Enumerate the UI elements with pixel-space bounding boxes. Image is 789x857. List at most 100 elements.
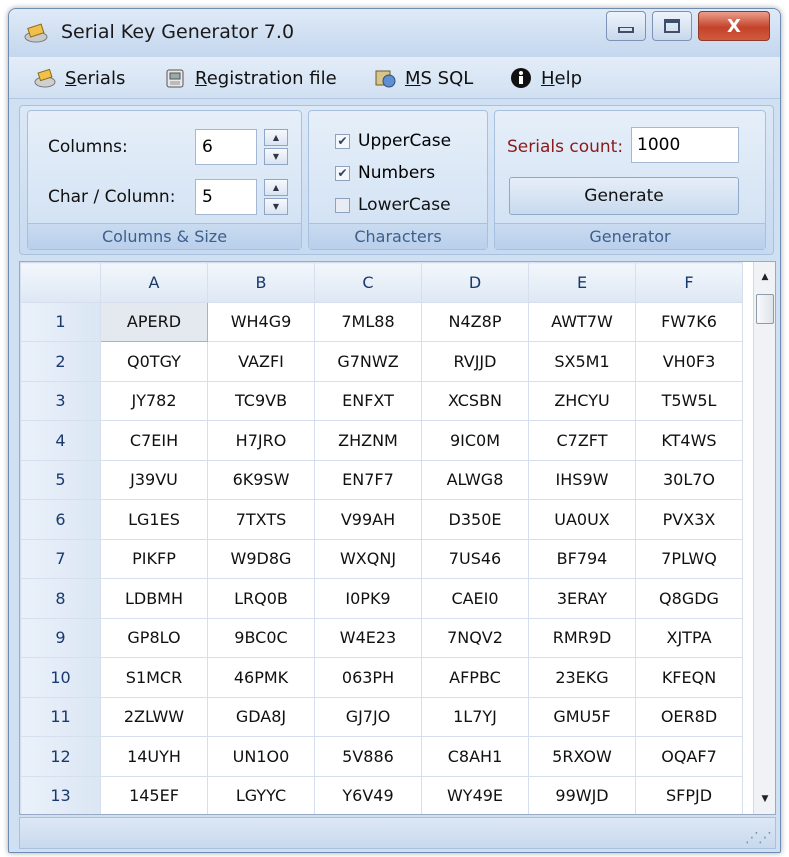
maximize-button[interactable]	[652, 11, 692, 41]
row-header[interactable]: 10	[20, 657, 101, 698]
uppercase-checkbox[interactable]: ✔ UpperCase	[335, 131, 451, 151]
close-button[interactable]: X	[698, 11, 770, 41]
grid-cell[interactable]: JY782	[100, 380, 208, 421]
grid-cell[interactable]: FW7K6	[635, 301, 743, 342]
row-header[interactable]: 1	[20, 301, 101, 342]
columns-down-button[interactable]: ▼	[264, 148, 288, 165]
grid-cell[interactable]: 9BC0C	[207, 617, 315, 658]
grid-cell[interactable]: KT4WS	[635, 420, 743, 461]
grid-cell[interactable]: Q8GDG	[635, 578, 743, 619]
grid-cell[interactable]: LG1ES	[100, 499, 208, 540]
grid-cell[interactable]: C7EIH	[100, 420, 208, 461]
grid-cell[interactable]: LDBMH	[100, 578, 208, 619]
column-header-e[interactable]: E	[528, 262, 636, 303]
vertical-scrollbar[interactable]: ▲ ▼	[753, 262, 775, 814]
grid-cell[interactable]: V99AH	[314, 499, 422, 540]
grid-cell[interactable]: LGYYC	[207, 775, 315, 814]
serials-grid[interactable]: A B C D E F 1 APERD WH4G9 7ML88 N4Z8P AWT7W FW…	[19, 261, 776, 815]
grid-cell[interactable]: 3ERAY	[528, 578, 636, 619]
grid-cell[interactable]: 1L7YJ	[421, 696, 529, 737]
grid-cell[interactable]: SFPJD	[635, 775, 743, 814]
lowercase-checkbox[interactable]: LowerCase	[335, 195, 451, 215]
grid-cell[interactable]: WXQNJ	[314, 538, 422, 579]
columns-up-button[interactable]: ▲	[264, 129, 288, 146]
title-bar[interactable]: Serial Key Generator 7.0 X	[9, 9, 780, 57]
grid-cell[interactable]: 9IC0M	[421, 420, 529, 461]
row-header[interactable]: 5	[20, 459, 101, 500]
grid-cell[interactable]: GMU5F	[528, 696, 636, 737]
grid-cell[interactable]: 7ML88	[314, 301, 422, 342]
grid-cell[interactable]: KFEQN	[635, 657, 743, 698]
row-header[interactable]: 7	[20, 538, 101, 579]
menu-serials[interactable]: Serials	[33, 65, 125, 91]
minimize-button[interactable]	[606, 11, 646, 41]
grid-cell[interactable]: Y6V49	[314, 775, 422, 814]
grid-cell[interactable]: EN7F7	[314, 459, 422, 500]
grid-cell[interactable]: 7PLWQ	[635, 538, 743, 579]
grid-cell[interactable]: ENFXT	[314, 380, 422, 421]
grid-cell[interactable]: 46PMK	[207, 657, 315, 698]
grid-corner[interactable]	[20, 262, 101, 303]
grid-cell[interactable]: AFPBC	[421, 657, 529, 698]
grid-cell[interactable]: D350E	[421, 499, 529, 540]
grid-cell[interactable]: ZHZNM	[314, 420, 422, 461]
menu-ms-sql[interactable]: MS SQL	[373, 65, 473, 91]
grid-cell[interactable]: 14UYH	[100, 736, 208, 777]
grid-cell[interactable]: N4Z8P	[421, 301, 529, 342]
row-header[interactable]: 6	[20, 499, 101, 540]
serials-count-input[interactable]	[631, 127, 739, 163]
grid-cell[interactable]: VAZFI	[207, 341, 315, 382]
grid-cell[interactable]: VH0F3	[635, 341, 743, 382]
scroll-down-icon[interactable]: ▼	[754, 788, 775, 810]
grid-cell[interactable]: 7US46	[421, 538, 529, 579]
row-header[interactable]: 4	[20, 420, 101, 461]
grid-cell[interactable]: Q0TGY	[100, 341, 208, 382]
grid-cell[interactable]: 063PH	[314, 657, 422, 698]
grid-cell[interactable]: G7NWZ	[314, 341, 422, 382]
grid-cell[interactable]: APERD	[100, 301, 208, 342]
column-header-b[interactable]: B	[207, 262, 315, 303]
scroll-up-icon[interactable]: ▲	[754, 266, 775, 288]
grid-cell[interactable]: RVJJD	[421, 341, 529, 382]
column-header-f[interactable]: F	[635, 262, 743, 303]
grid-cell[interactable]: 2ZLWW	[100, 696, 208, 737]
grid-cell[interactable]: ZHCYU	[528, 380, 636, 421]
grid-cell[interactable]: LRQ0B	[207, 578, 315, 619]
chars-up-button[interactable]: ▲	[264, 179, 288, 196]
grid-cell[interactable]: 145EF	[100, 775, 208, 814]
row-header[interactable]: 3	[20, 380, 101, 421]
grid-cell[interactable]: WH4G9	[207, 301, 315, 342]
menu-registration-file[interactable]: Registration file	[163, 65, 337, 91]
grid-cell[interactable]: IHS9W	[528, 459, 636, 500]
grid-cell[interactable]: 5RXOW	[528, 736, 636, 777]
grid-cell[interactable]: 30L7O	[635, 459, 743, 500]
numbers-checkbox[interactable]: ✔ Numbers	[335, 163, 435, 183]
grid-cell[interactable]: GJ7JO	[314, 696, 422, 737]
grid-cell[interactable]: I0PK9	[314, 578, 422, 619]
grid-cell[interactable]: C8AH1	[421, 736, 529, 777]
grid-cell[interactable]: BF794	[528, 538, 636, 579]
chars-down-button[interactable]: ▼	[264, 198, 288, 215]
grid-cell[interactable]: 6K9SW	[207, 459, 315, 500]
grid-cell[interactable]: WY49E	[421, 775, 529, 814]
menu-help[interactable]: Help	[509, 65, 582, 91]
row-header[interactable]: 2	[20, 341, 101, 382]
chars-per-column-input[interactable]	[195, 179, 257, 215]
grid-cell[interactable]: XCSBN	[421, 380, 529, 421]
column-header-a[interactable]: A	[100, 262, 208, 303]
grid-cell[interactable]: OQAF7	[635, 736, 743, 777]
grid-cell[interactable]: RMR9D	[528, 617, 636, 658]
grid-cell[interactable]: W9D8G	[207, 538, 315, 579]
resize-grip-icon[interactable]: ⋰⋰	[745, 830, 772, 846]
grid-cell[interactable]: 7TXTS	[207, 499, 315, 540]
grid-cell[interactable]: SX5M1	[528, 341, 636, 382]
grid-cell[interactable]: OER8D	[635, 696, 743, 737]
grid-cell[interactable]: J39VU	[100, 459, 208, 500]
generate-button[interactable]: Generate	[509, 177, 739, 215]
row-header[interactable]: 13	[20, 775, 101, 814]
grid-cell[interactable]: GDA8J	[207, 696, 315, 737]
grid-cell[interactable]: PVX3X	[635, 499, 743, 540]
grid-cell[interactable]: 5V886	[314, 736, 422, 777]
scroll-thumb[interactable]	[756, 294, 774, 324]
grid-cell[interactable]: S1MCR	[100, 657, 208, 698]
